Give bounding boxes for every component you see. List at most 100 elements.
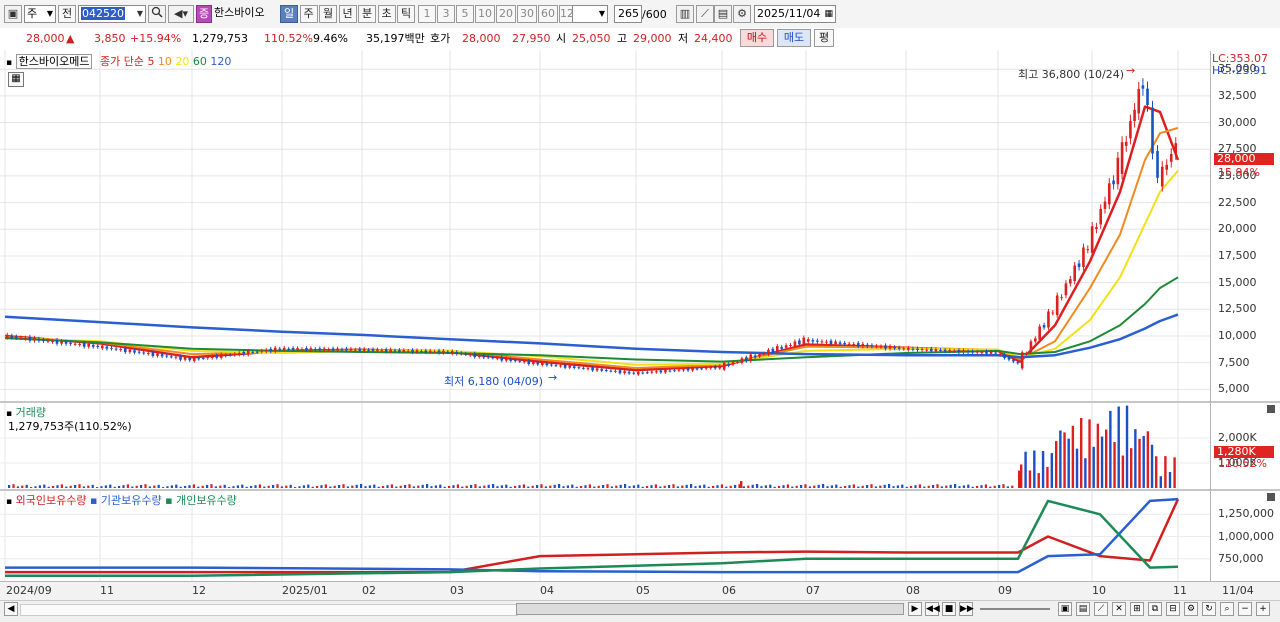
- calendar-icon[interactable]: ▦: [824, 6, 833, 22]
- volume-bar: [241, 484, 244, 488]
- candle-body: [586, 368, 590, 370]
- minute-button-20[interactable]: 20: [496, 5, 516, 23]
- scroll-track[interactable]: [20, 604, 518, 616]
- refresh-icon[interactable]: ↻: [1202, 602, 1216, 616]
- candle-body: [1112, 180, 1115, 185]
- candle-body: [636, 371, 640, 375]
- candle-body: [957, 349, 961, 353]
- period-button-1[interactable]: 주: [299, 5, 318, 23]
- zoom-search-icon[interactable]: ⌕: [1220, 602, 1234, 616]
- volume-bar: [672, 484, 675, 488]
- save-icon[interactable]: ▤: [714, 5, 732, 23]
- gear-icon[interactable]: ⚙: [733, 5, 751, 23]
- table-icon[interactable]: ▦: [8, 72, 24, 87]
- candle-body: [197, 358, 201, 360]
- scroll-left-icon[interactable]: ◀: [4, 602, 18, 616]
- ma-legend-60[interactable]: 60: [189, 55, 207, 68]
- price-y-tick: 7,500: [1218, 355, 1250, 369]
- speaker-icon[interactable]: ◀▾: [168, 5, 194, 23]
- candle-body: [1151, 107, 1154, 154]
- zoom-out-icon[interactable]: −: [1238, 602, 1252, 616]
- candle-body: [264, 349, 268, 352]
- period-button-3[interactable]: 년: [338, 5, 357, 23]
- panel-close-icon[interactable]: [1267, 493, 1275, 501]
- count-input[interactable]: 265: [614, 5, 642, 23]
- code-input[interactable]: 042520 ▼: [78, 5, 146, 23]
- minute-button-5[interactable]: 5: [456, 5, 474, 23]
- date-input[interactable]: 2025/11/04 ▦: [754, 5, 836, 23]
- ma-legend-120[interactable]: 120: [207, 55, 231, 68]
- candle-body: [1129, 121, 1132, 139]
- candle-body: [623, 371, 626, 374]
- minute-button-60[interactable]: 60: [538, 5, 558, 23]
- window-menu-icon[interactable]: ▣: [4, 5, 22, 23]
- volume-bar: [756, 484, 759, 488]
- settings-icon[interactable]: ⚙: [1184, 602, 1198, 616]
- zoom-in-icon[interactable]: +: [1256, 602, 1270, 616]
- ask-price: 28,000: [462, 32, 501, 45]
- minute-button-3[interactable]: 3: [437, 5, 455, 23]
- candle-body: [305, 348, 308, 351]
- legend-dot-icon: ▪: [6, 58, 13, 68]
- holding-y-tick: 1,250,000: [1218, 507, 1274, 521]
- rewind-icon[interactable]: ◀◀: [925, 602, 940, 616]
- panel-divider[interactable]: [0, 489, 1280, 491]
- holding-legend-item[interactable]: ▪ 개인보유수량: [162, 494, 237, 507]
- candle-body: [1047, 311, 1050, 328]
- zoom-slider[interactable]: [980, 608, 1050, 610]
- scroll-right-icon[interactable]: ▶: [908, 602, 922, 616]
- minute-button-10[interactable]: 10: [475, 5, 495, 23]
- unit-select[interactable]: 주 ▼: [24, 5, 56, 23]
- candle-body: [1103, 201, 1107, 209]
- trend-icon[interactable]: ⟋: [1094, 602, 1108, 616]
- x-axis-label: 12: [192, 584, 206, 597]
- scroll-thumb[interactable]: [516, 603, 904, 615]
- change-rate: +15.94%: [130, 32, 182, 45]
- period-button-5[interactable]: 초: [377, 5, 396, 23]
- period-button-6[interactable]: 틱: [397, 5, 415, 23]
- volume-bar: [712, 486, 715, 488]
- stop-icon[interactable]: ■: [942, 602, 956, 616]
- stock-legend-name[interactable]: 한스바이오메드: [15, 54, 93, 69]
- chevron-down-icon: ▼: [46, 9, 53, 18]
- candle-body: [646, 372, 649, 374]
- zoom-fit-icon[interactable]: ▣: [1058, 602, 1072, 616]
- copy-icon[interactable]: ⧉: [1148, 602, 1162, 616]
- period-button-0[interactable]: 일: [280, 5, 298, 23]
- volume-bar: [716, 485, 719, 488]
- avg-button[interactable]: 평: [814, 29, 834, 47]
- period-button-4[interactable]: 분: [358, 5, 376, 23]
- panel-close-icon[interactable]: [1267, 405, 1275, 413]
- candle-icon[interactable]: ▥: [676, 5, 694, 23]
- volume-bar: [826, 486, 829, 488]
- candle-body: [1146, 88, 1149, 105]
- line-tool-icon[interactable]: ⟋: [696, 5, 714, 23]
- holding-legend-item[interactable]: 외국인보유수량: [16, 494, 87, 507]
- volume-bar: [918, 484, 921, 488]
- minute-button-1[interactable]: 1: [418, 5, 436, 23]
- fast-forward-icon[interactable]: ▶▶: [959, 602, 974, 616]
- ma-legend-20[interactable]: 20: [172, 55, 189, 68]
- split-icon[interactable]: ▤: [1076, 602, 1090, 616]
- volume-bar: [474, 484, 477, 488]
- ma-legend-label: 종가 단순: [99, 55, 144, 68]
- holding-legend-item[interactable]: ▪ 기관보유수량: [86, 494, 162, 507]
- period-button-2[interactable]: 월: [319, 5, 337, 23]
- minute-button-30[interactable]: 30: [517, 5, 537, 23]
- ruler-icon[interactable]: ⊞: [1130, 602, 1144, 616]
- crosshair-icon[interactable]: ✕: [1112, 602, 1126, 616]
- minute-custom-select[interactable]: ▼: [572, 5, 608, 23]
- buy-button[interactable]: 매수: [740, 29, 774, 47]
- volume-bar: [434, 485, 437, 488]
- candle-body: [455, 351, 459, 354]
- volume-bar: [324, 484, 327, 488]
- ma-legend-10[interactable]: 10: [154, 55, 172, 68]
- volume-bar: [967, 484, 970, 488]
- sell-button[interactable]: 매도: [777, 29, 811, 47]
- chart-area[interactable]: [0, 50, 1280, 600]
- search-icon[interactable]: [148, 5, 166, 23]
- panel-divider[interactable]: [0, 401, 1280, 403]
- prev-button[interactable]: 전: [58, 5, 76, 23]
- grid-icon[interactable]: ⊟: [1166, 602, 1180, 616]
- volume-bar: [848, 485, 851, 488]
